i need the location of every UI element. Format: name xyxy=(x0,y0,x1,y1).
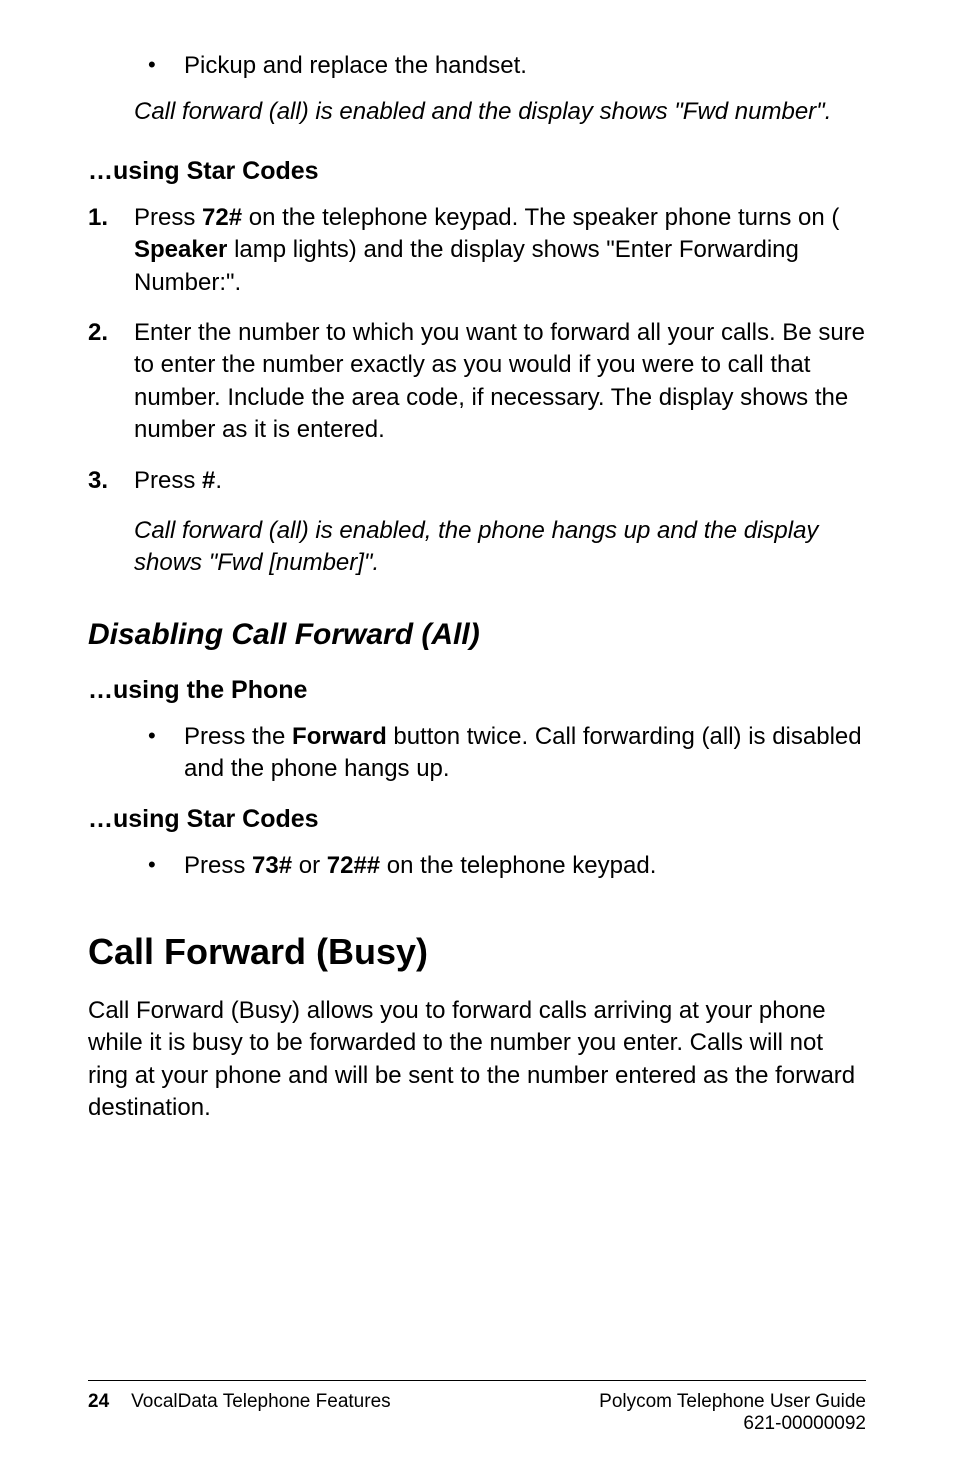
page-number: 24 xyxy=(88,1391,109,1435)
bullet-list-pickup: Pickup and replace the handset. xyxy=(88,50,866,82)
list-item: 2. Enter the number to which you want to… xyxy=(88,317,866,447)
step-number: 2. xyxy=(88,317,108,349)
step-number: 3. xyxy=(88,465,108,497)
heading-star-codes-1: …using Star Codes xyxy=(88,157,866,186)
footer-right-line2: 621-00000092 xyxy=(599,1413,866,1435)
footer-left: 24 VocalData Telephone Features xyxy=(88,1391,391,1435)
bullet-list-press73: Press 73# or 72## on the telephone keypa… xyxy=(88,850,866,882)
list-item: 3. Press #. xyxy=(88,465,866,497)
step-text: Press 72# on the telephone keypad. The s… xyxy=(134,204,839,296)
bullet-text: Pickup and replace the handset. xyxy=(184,52,527,79)
bullet-text: Press 73# or 72## on the telephone keypa… xyxy=(184,852,656,879)
list-item: 1. Press 72# on the telephone keypad. Th… xyxy=(88,202,866,299)
footer-right: Polycom Telephone User Guide 621-0000009… xyxy=(599,1391,866,1435)
step-number: 1. xyxy=(88,202,108,234)
footer-right-line1: Polycom Telephone User Guide xyxy=(599,1391,866,1413)
heading-call-forward-busy: Call Forward (Busy) xyxy=(88,931,866,973)
step-text: Enter the number to which you want to fo… xyxy=(134,319,865,443)
bullet-list-forward: Press the Forward button twice. Call for… xyxy=(88,721,866,786)
heading-disabling-cfa: Disabling Call Forward (All) xyxy=(88,618,866,652)
list-item: Press 73# or 72## on the telephone keypa… xyxy=(148,850,866,882)
list-item: Pickup and replace the handset. xyxy=(148,50,866,82)
footer: 24 VocalData Telephone Features Polycom … xyxy=(88,1380,866,1435)
italic-note-enabled-fwd-number: Call forward (all) is enabled and the di… xyxy=(134,96,866,128)
heading-using-phone: …using the Phone xyxy=(88,676,866,705)
heading-star-codes-2: …using Star Codes xyxy=(88,805,866,834)
step-text: Press #. xyxy=(134,467,222,494)
content: Pickup and replace the handset. Call for… xyxy=(88,50,866,1380)
numbered-list-star-enable: 1. Press 72# on the telephone keypad. Th… xyxy=(88,202,866,497)
page: Pickup and replace the handset. Call for… xyxy=(0,0,954,1475)
bullet-text: Press the Forward button twice. Call for… xyxy=(184,723,862,782)
italic-note-hangs-up: Call forward (all) is enabled, the phone… xyxy=(134,515,866,580)
paragraph-busy-desc: Call Forward (Busy) allows you to forwar… xyxy=(88,995,866,1125)
footer-left-text: VocalData Telephone Features xyxy=(131,1391,391,1435)
list-item: Press the Forward button twice. Call for… xyxy=(148,721,866,786)
